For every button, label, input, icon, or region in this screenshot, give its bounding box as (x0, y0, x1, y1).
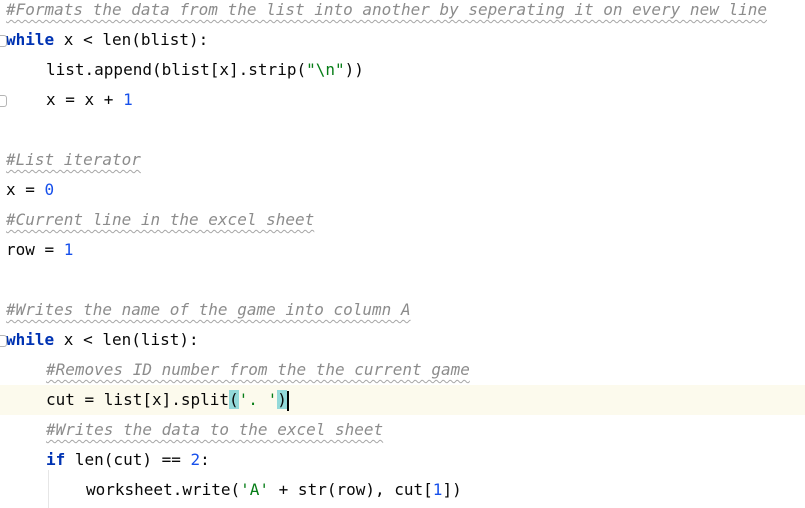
code-comment: #Current line in the excel sheet (6, 210, 315, 229)
code-comment: #Writes the name of the game into column… (6, 300, 411, 319)
code-token: len(cut) == (65, 450, 191, 469)
code-number: 1 (123, 90, 133, 109)
code-token: + str(row), cut[ (269, 480, 433, 499)
code-token: list.append(blist[x].strip( (46, 60, 307, 79)
code-text: worksheet.write('A' + str(row), cut[1]) (86, 475, 462, 505)
code-text: x = x + 1 (46, 85, 133, 115)
code-text: x = 0 (6, 175, 54, 205)
code-number: 2 (190, 450, 201, 469)
code-text: #Writes the name of the game into column… (6, 295, 411, 325)
code-number: 0 (44, 180, 55, 199)
code-text: #Current line in the excel sheet (6, 205, 314, 235)
code-line[interactable] (0, 265, 805, 295)
code-text: cut = list[x].split('. ') (46, 385, 289, 415)
code-keyword: if (46, 450, 66, 469)
code-comment: #Formats the data from the list into ano… (6, 0, 767, 19)
code-comment: #Removes ID number from the the current … (46, 360, 470, 379)
code-string: 'A' (240, 480, 270, 499)
code-token: ) (277, 390, 287, 409)
code-comment: #List iterator (6, 150, 141, 169)
text-cursor (286, 390, 289, 411)
code-text: #Formats the data from the list into ano… (6, 0, 767, 25)
code-number: 1 (432, 480, 443, 499)
code-token: x = x + (46, 90, 124, 109)
code-line[interactable] (0, 115, 805, 145)
code-keyword: while (6, 330, 55, 349)
code-editor[interactable]: worksheet.write('A' + str(row), cut[1]) i… (0, 0, 805, 508)
code-line[interactable]: row = 1 (0, 235, 805, 265)
indent-guide (48, 470, 49, 508)
code-line[interactable]: x = 0 (0, 175, 805, 205)
code-token: ( (229, 390, 239, 409)
code-token: )) (344, 60, 364, 79)
code-number: 1 (63, 240, 74, 259)
code-comment: #Writes the data to the excel sheet (46, 420, 384, 439)
code-line[interactable]: #Removes ID number from the the current … (0, 355, 805, 385)
code-line[interactable]: #List iterator (0, 145, 805, 175)
code-line[interactable]: while x < len(list): (0, 325, 805, 355)
code-line[interactable]: list.append(blist[x].strip("\n")) (0, 55, 805, 85)
code-line[interactable]: #Current line in the excel sheet (0, 205, 805, 235)
code-token: : (200, 450, 210, 469)
code-token: x < len(list): (54, 330, 199, 349)
code-token: worksheet.write( (86, 480, 241, 499)
code-text: while x < len(list): (6, 325, 199, 355)
code-token: cut = list[x].split (46, 390, 230, 409)
code-line[interactable]: #Writes the data to the excel sheet (0, 415, 805, 445)
fold-marker-icon[interactable] (0, 95, 7, 107)
code-string: '. ' (238, 390, 278, 409)
code-text: list.append(blist[x].strip("\n")) (46, 55, 364, 85)
code-token: row = (6, 240, 64, 259)
code-line[interactable]: #Writes the name of the game into column… (0, 295, 805, 325)
code-line[interactable]: if len(cut) == 2: (0, 445, 805, 475)
code-line[interactable]: #Formats the data from the list into ano… (0, 0, 805, 25)
code-token: ]) (442, 480, 462, 499)
code-text: while x < len(blist): (6, 25, 208, 55)
code-line[interactable]: x = x + 1 (0, 85, 805, 115)
code-keyword: while (6, 30, 55, 49)
code-text: #Removes ID number from the the current … (46, 355, 470, 385)
code-line[interactable]: worksheet.write('A' + str(row), cut[1]) (0, 475, 805, 505)
code-line[interactable]: cut = list[x].split('. ') (0, 385, 805, 415)
code-string: "\n" (306, 60, 345, 79)
code-token: x < len(blist): (54, 30, 209, 49)
code-text: #List iterator (6, 145, 141, 175)
code-text: if len(cut) == 2: (46, 445, 210, 475)
fold-marker-icon[interactable] (0, 35, 7, 47)
code-token: x = (6, 180, 45, 199)
code-text: row = 1 (6, 235, 73, 265)
code-text: #Writes the data to the excel sheet (46, 415, 383, 445)
fold-marker-icon[interactable] (0, 335, 7, 347)
code-line[interactable]: while x < len(blist): (0, 25, 805, 55)
